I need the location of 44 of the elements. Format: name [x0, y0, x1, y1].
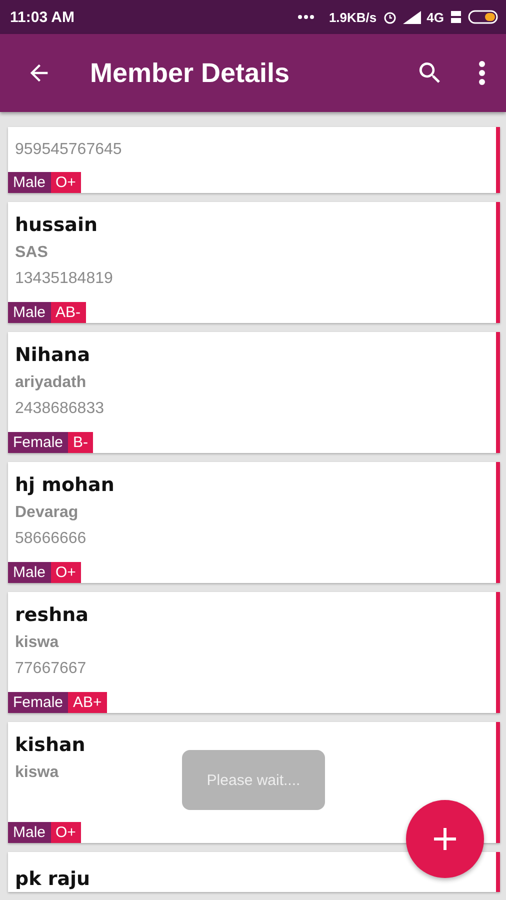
- member-name: Nihana: [15, 343, 90, 368]
- member-phone: 58666666: [15, 530, 86, 548]
- member-name: hussain: [15, 213, 98, 238]
- plus-icon: [432, 826, 458, 852]
- gender-tag: Female: [8, 692, 68, 713]
- loading-toast: Please wait....: [182, 750, 325, 810]
- member-card[interactable]: reshna kiswa 77667667 Female AB+: [8, 592, 500, 713]
- blood-group-tag: O+: [50, 172, 81, 193]
- signal-icon: [402, 10, 421, 24]
- member-family: kiswa: [15, 634, 59, 652]
- network-speed: 1.9KB/s: [328, 10, 377, 24]
- alarm-icon: [382, 10, 397, 24]
- member-card[interactable]: 959545767645 Male O+: [8, 127, 500, 193]
- member-family: ariyadath: [15, 374, 86, 392]
- member-name: kishan: [15, 733, 86, 758]
- menu-button[interactable]: [478, 60, 486, 86]
- member-card[interactable]: hj mohan Devarag 58666666 Male O+: [8, 462, 500, 583]
- gender-tag: Male: [8, 822, 51, 843]
- member-name: hj mohan: [15, 473, 114, 498]
- member-card[interactable]: Nihana ariyadath 2438686833 Female B-: [8, 332, 500, 453]
- gender-tag: Male: [8, 562, 51, 583]
- member-name: pk raju: [15, 867, 90, 892]
- member-name: reshna: [15, 603, 88, 628]
- network-type: 4G: [426, 10, 444, 24]
- status-time: 11:03 AM: [10, 8, 76, 26]
- battery-icon: [468, 10, 498, 24]
- gender-tag: Male: [8, 302, 51, 323]
- gender-tag: Female: [8, 432, 68, 453]
- blood-group-tag: O+: [50, 562, 81, 583]
- blood-group-tag: O+: [50, 822, 81, 843]
- member-phone: 77667667: [15, 660, 86, 678]
- member-phone: 2438686833: [15, 400, 104, 418]
- blood-group-tag: AB+: [68, 692, 107, 713]
- member-family: SAS: [15, 244, 48, 262]
- member-family: Devarag: [15, 504, 78, 522]
- member-phone: 959545767645: [15, 141, 122, 159]
- member-family: kiswa: [15, 764, 59, 782]
- more-dots-icon: [296, 14, 315, 20]
- blood-group-tag: B-: [68, 432, 94, 453]
- member-card[interactable]: hussain SAS 13435184819 Male AB-: [8, 202, 500, 323]
- gender-tag: Male: [8, 172, 51, 193]
- screen-title: Member Details: [90, 58, 291, 88]
- member-phone: 13435184819: [15, 270, 113, 288]
- blood-group-tag: AB-: [50, 302, 86, 323]
